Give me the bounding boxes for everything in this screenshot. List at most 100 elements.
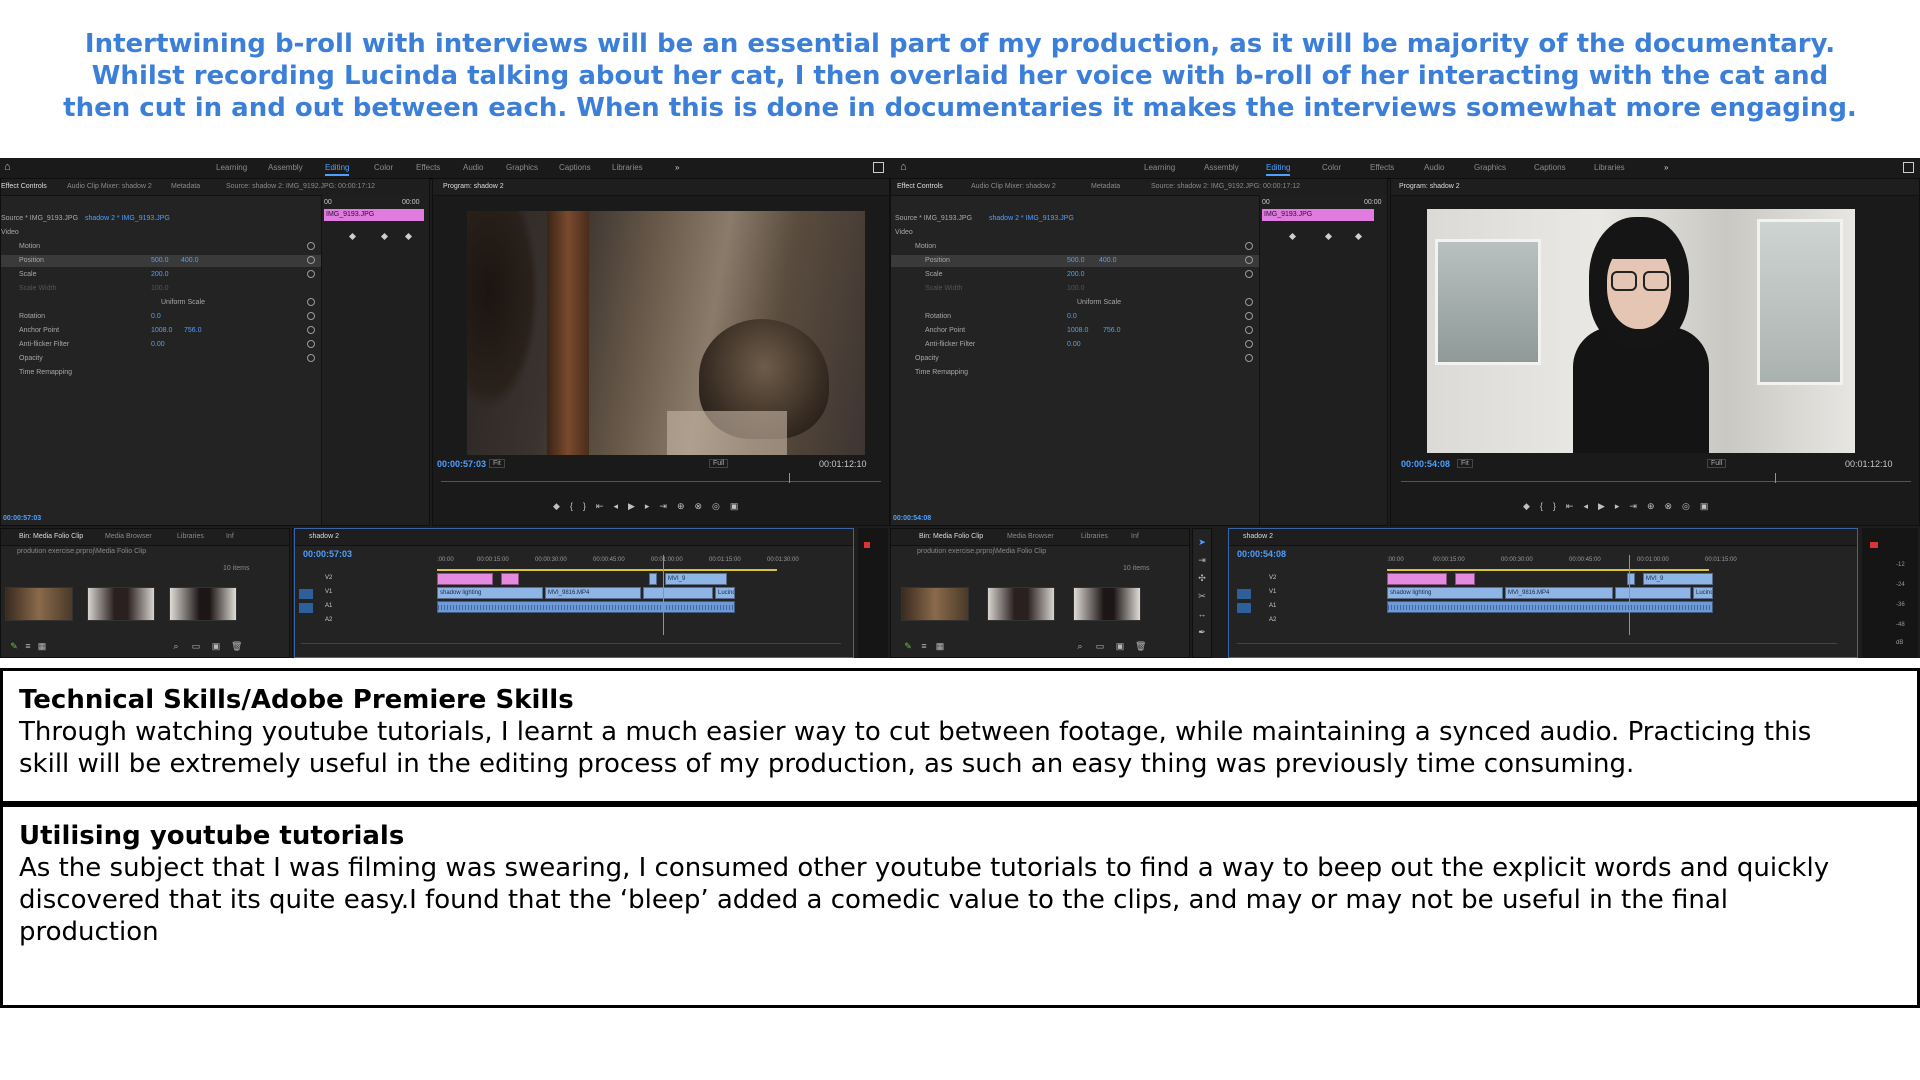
program-scrubber[interactable] [441, 481, 881, 482]
anchor-x-value[interactable]: 1008.0 [1067, 327, 1088, 334]
tab-audio-clip-mixer[interactable]: Audio Clip Mixer: shadow 2 [971, 183, 1056, 190]
track-label-a2[interactable]: A2 [1269, 617, 1276, 623]
icon-view-icon[interactable]: ▦ [37, 641, 47, 651]
track-label-a1[interactable]: A1 [1269, 603, 1276, 609]
anti-flicker-value[interactable]: 0.00 [1067, 341, 1081, 348]
timeline-playhead[interactable] [1629, 555, 1630, 635]
icon-view-icon[interactable]: ▦ [935, 641, 945, 651]
timeline-clip[interactable]: shadow lighting [1387, 587, 1503, 599]
reset-icon[interactable] [307, 340, 315, 348]
workspace-tab-active[interactable]: Editing [325, 163, 350, 176]
timeline-clip[interactable] [501, 573, 519, 585]
workspace-tab[interactable]: Color [374, 163, 393, 172]
workspace-tab[interactable]: Assembly [268, 163, 303, 172]
sequence-clip-label[interactable]: shadow 2 * IMG_9193.JPG [989, 215, 1074, 222]
bin-thumbnail[interactable] [987, 587, 1055, 621]
anchor-x-value[interactable]: 1008.0 [151, 327, 172, 334]
audio-clip[interactable] [437, 601, 735, 613]
bin-thumbnail[interactable] [169, 587, 237, 621]
workspace-tab[interactable]: Libraries [612, 163, 643, 172]
keyframe[interactable] [348, 232, 357, 241]
ripple-edit-icon[interactable]: ✣ [1197, 573, 1207, 583]
track-label-a1[interactable]: A1 [325, 603, 332, 609]
timeline-clip[interactable]: MVI_9816.MP4 [545, 587, 641, 599]
track-label-v1[interactable]: V1 [325, 589, 332, 595]
tab-effect-controls[interactable]: Effect Controls [1, 183, 47, 190]
fit-dropdown[interactable]: Fit [489, 459, 505, 468]
timeline-timecode[interactable]: 00:00:54:08 [1237, 549, 1286, 559]
new-item-icon[interactable]: ▣ [211, 641, 221, 651]
workspace-tab[interactable]: Learning [1144, 163, 1175, 172]
reset-icon[interactable] [307, 256, 315, 264]
list-view-icon[interactable]: ≡ [919, 641, 929, 651]
position-y-value[interactable]: 400.0 [1099, 257, 1117, 264]
workspace-tab[interactable]: Assembly [1204, 163, 1239, 172]
pencil-icon[interactable]: ✎ [9, 641, 19, 651]
tab-libraries[interactable]: Libraries [177, 533, 204, 540]
timeline-clip[interactable] [1387, 573, 1447, 585]
timeline-clip[interactable]: shadow lighting [437, 587, 543, 599]
tab-sequence[interactable]: shadow 2 [1243, 533, 1273, 540]
timeline-clip[interactable]: MVI_9816.MP4 [1505, 587, 1613, 599]
reset-icon[interactable] [307, 312, 315, 320]
sequence-clip-label[interactable]: shadow 2 * IMG_9193.JPG [85, 215, 170, 222]
reset-icon[interactable] [307, 270, 315, 278]
tab-bin[interactable]: Bin: Media Folio Clip [919, 533, 983, 540]
tab-info[interactable]: Inf [1131, 533, 1139, 540]
program-timecode[interactable]: 00:00:54:08 [1401, 459, 1450, 469]
workspace-tab[interactable]: Effects [1370, 163, 1394, 172]
keyframe[interactable] [380, 232, 389, 241]
uniform-scale-checkbox[interactable]: Uniform Scale [1077, 299, 1121, 306]
transport-controls[interactable]: ◆{}⇤◂▶▸⇥⊕⊗◎▣ [553, 501, 748, 512]
reset-icon[interactable] [1245, 326, 1253, 334]
track-label-v2[interactable]: V2 [325, 575, 332, 581]
timeline-clip[interactable] [649, 573, 657, 585]
bin-thumbnail[interactable] [901, 587, 969, 621]
timeline-scrollbar[interactable] [301, 643, 841, 644]
bin-thumbnail[interactable] [5, 587, 73, 621]
more-workspaces-icon[interactable]: » [1664, 163, 1668, 172]
fit-dropdown[interactable]: Fit [1457, 459, 1473, 468]
timeline-playhead[interactable] [663, 555, 664, 635]
track-label-v1[interactable]: V1 [1269, 589, 1276, 595]
effect-controls-timecode[interactable]: 00:00:54:08 [893, 515, 931, 522]
work-area-bar[interactable] [437, 569, 777, 571]
effect-mini-timeline[interactable]: 00 00:00 IMG_9193.JPG [1259, 195, 1387, 525]
more-workspaces-icon[interactable]: » [675, 163, 679, 172]
search-icon[interactable]: ⌕ [171, 641, 181, 651]
pen-tool-icon[interactable]: ✒ [1197, 627, 1207, 637]
workspace-tab[interactable]: Graphics [1474, 163, 1506, 172]
track-label-v2[interactable]: V2 [1269, 575, 1276, 581]
timeline-clip[interactable]: MVI_9 [665, 573, 727, 585]
track-target-a1[interactable] [299, 603, 313, 613]
opacity-effect-label[interactable]: Opacity [915, 355, 939, 362]
track-target-a1[interactable] [1237, 603, 1251, 613]
uniform-scale-checkbox[interactable]: Uniform Scale [161, 299, 205, 306]
workspace-tab[interactable]: Captions [1534, 163, 1566, 172]
export-icon[interactable] [873, 162, 884, 173]
reset-icon[interactable] [1245, 256, 1253, 264]
timeline-clip[interactable] [1455, 573, 1475, 585]
reset-icon[interactable] [1245, 242, 1253, 250]
tab-source[interactable]: Source: shadow 2: IMG_9192.JPG: 00:00:17… [1151, 183, 1300, 190]
tab-media-browser[interactable]: Media Browser [1007, 533, 1054, 540]
workspace-tab[interactable]: Audio [463, 163, 483, 172]
timeline-clip[interactable] [1615, 587, 1691, 599]
resolution-dropdown[interactable]: Full [1707, 459, 1727, 468]
reset-icon[interactable] [1245, 354, 1253, 362]
home-icon[interactable]: ⌂ [4, 162, 14, 173]
program-playhead[interactable] [1775, 473, 1776, 483]
anchor-y-value[interactable]: 756.0 [1103, 327, 1121, 334]
keyframe[interactable] [1354, 232, 1363, 241]
time-remapping-label[interactable]: Time Remapping [19, 369, 72, 376]
tab-media-browser[interactable]: Media Browser [105, 533, 152, 540]
new-item-icon[interactable]: ▣ [1115, 641, 1125, 651]
timeline-clip[interactable]: MVI_9 [1643, 573, 1713, 585]
slip-tool-icon[interactable]: ↔ [1197, 609, 1207, 619]
scale-value[interactable]: 200.0 [151, 271, 169, 278]
pencil-icon[interactable]: ✎ [903, 641, 913, 651]
tab-libraries[interactable]: Libraries [1081, 533, 1108, 540]
timeline-clip[interactable]: Lucind [1693, 587, 1713, 599]
tab-audio-clip-mixer[interactable]: Audio Clip Mixer: shadow 2 [67, 183, 152, 190]
effect-controls-timecode[interactable]: 00:00:57:03 [3, 515, 41, 522]
